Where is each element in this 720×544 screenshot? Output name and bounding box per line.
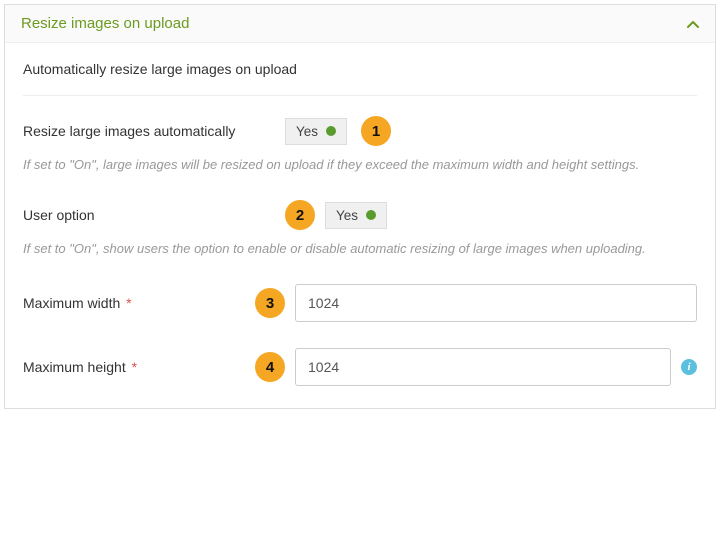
help-text: If set to "On", show users the option to… bbox=[23, 240, 697, 258]
setting-value: Yes 1 bbox=[285, 116, 697, 146]
setting-row: Resize large images automatically Yes 1 bbox=[23, 116, 697, 146]
status-dot-icon bbox=[326, 126, 336, 136]
panel-intro: Automatically resize large images on upl… bbox=[23, 61, 697, 77]
setting-max-width: Maximum width * 3 bbox=[23, 284, 697, 322]
label-text: Maximum width bbox=[23, 295, 120, 311]
panel-title: Resize images on upload bbox=[21, 15, 189, 32]
setting-label: User option bbox=[23, 207, 285, 223]
setting-row: Maximum width * 3 bbox=[23, 284, 697, 322]
label-text: Maximum height bbox=[23, 359, 126, 375]
setting-value: 2 Yes bbox=[285, 200, 697, 230]
status-dot-icon bbox=[366, 210, 376, 220]
setting-row: User option 2 Yes bbox=[23, 200, 697, 230]
required-mark: * bbox=[126, 295, 131, 311]
toggle-label: Yes bbox=[296, 124, 318, 139]
panel-body: Automatically resize large images on upl… bbox=[5, 43, 715, 408]
setting-value: 4 i bbox=[255, 348, 697, 386]
max-width-input[interactable] bbox=[295, 284, 697, 322]
setting-label: Maximum height * bbox=[23, 359, 255, 375]
help-text: If set to "On", large images will be res… bbox=[23, 156, 697, 174]
toggle-label: Yes bbox=[336, 208, 358, 223]
divider bbox=[23, 95, 697, 96]
panel-header[interactable]: Resize images on upload bbox=[5, 5, 715, 43]
info-icon[interactable]: i bbox=[681, 359, 697, 375]
toggle-user-option[interactable]: Yes bbox=[325, 202, 387, 229]
setting-auto-resize: Resize large images automatically Yes 1 … bbox=[23, 116, 697, 174]
required-mark: * bbox=[132, 359, 137, 375]
annotation-marker-1: 1 bbox=[361, 116, 391, 146]
settings-panel: Resize images on upload Automatically re… bbox=[4, 4, 716, 409]
setting-label: Maximum width * bbox=[23, 295, 255, 311]
setting-user-option: User option 2 Yes If set to "On", show u… bbox=[23, 200, 697, 258]
setting-row: Maximum height * 4 i bbox=[23, 348, 697, 386]
annotation-marker-3: 3 bbox=[255, 288, 285, 318]
toggle-auto-resize[interactable]: Yes bbox=[285, 118, 347, 145]
max-height-input[interactable] bbox=[295, 348, 671, 386]
annotation-marker-2: 2 bbox=[285, 200, 315, 230]
chevron-up-icon bbox=[687, 20, 699, 28]
setting-value: 3 bbox=[255, 284, 697, 322]
setting-max-height: Maximum height * 4 i bbox=[23, 348, 697, 386]
setting-label: Resize large images automatically bbox=[23, 123, 285, 139]
annotation-marker-4: 4 bbox=[255, 352, 285, 382]
